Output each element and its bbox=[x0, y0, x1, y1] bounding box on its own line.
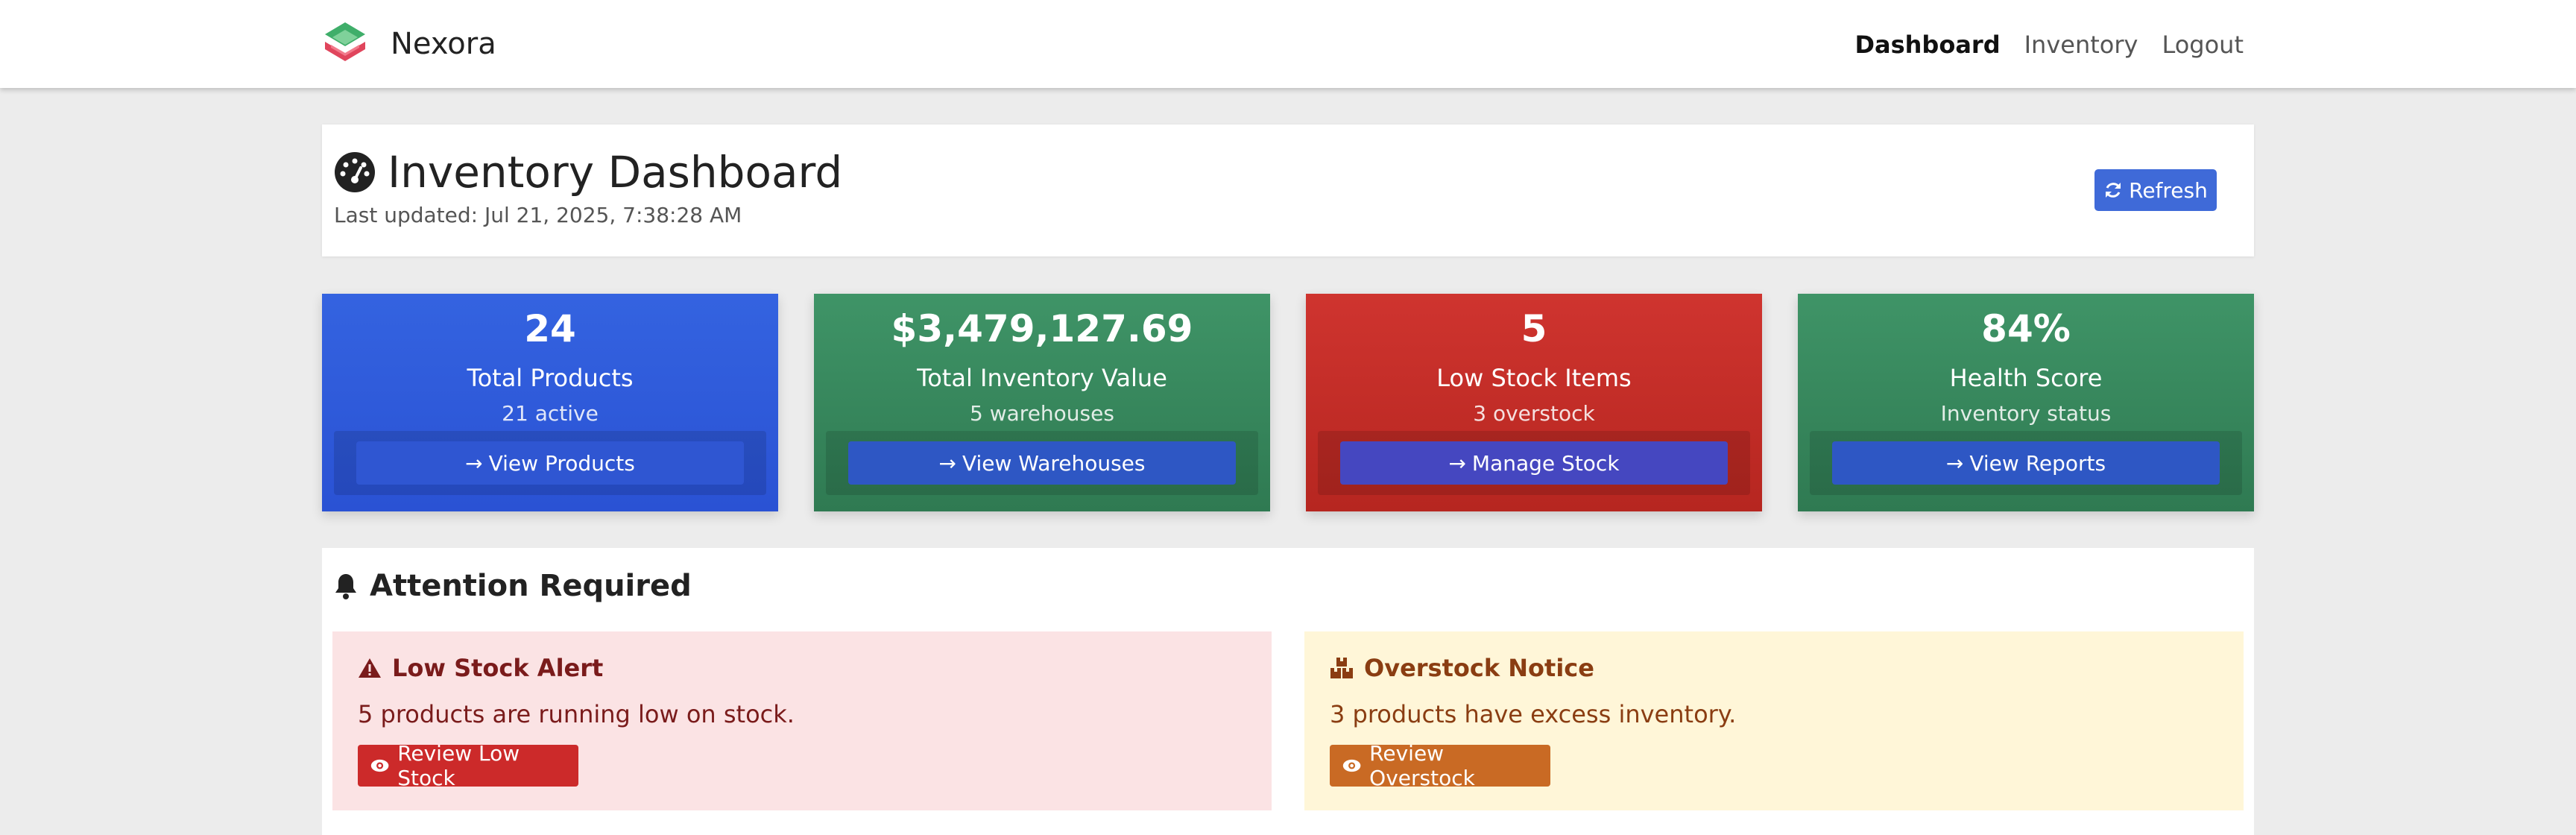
stat-card-inventory-value: $3,479,127.69 Total Inventory Value 5 wa… bbox=[814, 294, 1270, 511]
stat-card-footer: → View Reports bbox=[1810, 431, 2242, 495]
page-title-text: Inventory Dashboard bbox=[388, 147, 843, 198]
alert-title: Overstock Notice bbox=[1330, 654, 1594, 682]
brand[interactable]: Nexora bbox=[321, 19, 496, 69]
view-warehouses-button[interactable]: → View Warehouses bbox=[848, 441, 1236, 485]
eye-icon bbox=[370, 759, 389, 772]
refresh-button[interactable]: Refresh bbox=[2094, 169, 2217, 211]
nav-links: Dashboard Inventory Logout bbox=[1831, 25, 2244, 64]
stat-card-footer: → Manage Stock bbox=[1318, 431, 1750, 495]
alert-message: 3 products have excess inventory. bbox=[1330, 700, 1737, 728]
bell-icon bbox=[335, 574, 356, 599]
view-reports-button[interactable]: → View Reports bbox=[1832, 441, 2220, 485]
view-reports-label: View Reports bbox=[1969, 450, 2106, 476]
review-low-stock-button[interactable]: Review Low Stock bbox=[358, 741, 578, 790]
stat-value: 24 bbox=[524, 307, 576, 350]
page-title: Inventory Dashboard bbox=[334, 147, 842, 198]
nav-link-logout[interactable]: Logout bbox=[2162, 25, 2244, 64]
view-warehouses-label: View Warehouses bbox=[962, 450, 1146, 476]
attention-title-text: Attention Required bbox=[370, 569, 692, 603]
review-overstock-button[interactable]: Review Overstock bbox=[1330, 741, 1550, 790]
stat-card-low-stock: 5 Low Stock Items 3 overstock → Manage S… bbox=[1306, 294, 1762, 511]
low-stock-alert: Low Stock Alert 5 products are running l… bbox=[332, 631, 1272, 810]
warning-triangle-icon bbox=[359, 658, 381, 678]
stat-subtext: 3 overstock bbox=[1473, 401, 1595, 426]
last-updated-timestamp: Last updated: Jul 21, 2025, 7:38:28 AM bbox=[334, 203, 742, 227]
stat-label: Low Stock Items bbox=[1436, 364, 1632, 392]
stat-subtext: Inventory status bbox=[1940, 401, 2112, 426]
stat-subtext: 5 warehouses bbox=[970, 401, 1114, 426]
manage-stock-label: Manage Stock bbox=[1471, 450, 1620, 476]
overstock-alert: Overstock Notice 3 products have excess … bbox=[1304, 631, 2244, 810]
alert-title-text: Overstock Notice bbox=[1364, 654, 1594, 682]
eye-icon bbox=[1342, 759, 1361, 772]
view-products-label: View Products bbox=[488, 450, 635, 476]
refresh-button-label: Refresh bbox=[2129, 177, 2208, 203]
stat-card-footer: → View Warehouses bbox=[826, 431, 1258, 495]
refresh-icon bbox=[2106, 183, 2121, 198]
stat-value: $3,479,127.69 bbox=[891, 307, 1193, 350]
review-overstock-label: Review Overstock bbox=[1369, 741, 1475, 790]
stat-value: 84% bbox=[1981, 307, 2071, 350]
alert-title-text: Low Stock Alert bbox=[392, 654, 604, 682]
stat-label: Total Inventory Value bbox=[917, 364, 1167, 392]
review-low-stock-label: Review Low Stock bbox=[397, 741, 520, 790]
arrow-right-icon: → bbox=[1945, 450, 1964, 476]
top-navbar: Nexora Dashboard Inventory Logout bbox=[0, 0, 2576, 88]
nav-link-dashboard[interactable]: Dashboard bbox=[1854, 25, 2000, 64]
stat-label: Health Score bbox=[1949, 364, 2103, 392]
view-products-button[interactable]: → View Products bbox=[356, 441, 744, 485]
attention-section: Attention Required Low Stock Alert 5 pro… bbox=[322, 548, 2254, 835]
alert-message: 5 products are running low on stock. bbox=[358, 700, 795, 728]
attention-title: Attention Required bbox=[332, 569, 692, 603]
stat-card-footer: → View Products bbox=[334, 431, 766, 495]
alert-title: Low Stock Alert bbox=[358, 654, 603, 682]
stat-value: 5 bbox=[1521, 307, 1547, 350]
manage-stock-button[interactable]: → Manage Stock bbox=[1340, 441, 1728, 485]
tachometer-icon bbox=[335, 152, 375, 192]
brand-name: Nexora bbox=[391, 27, 496, 61]
arrow-right-icon: → bbox=[938, 450, 956, 476]
stat-label: Total Products bbox=[467, 364, 634, 392]
arrow-right-icon: → bbox=[1448, 450, 1466, 476]
stat-card-total-products: 24 Total Products 21 active → View Produ… bbox=[322, 294, 778, 511]
nav-link-inventory[interactable]: Inventory bbox=[2024, 25, 2138, 64]
stat-card-health-score: 84% Health Score Inventory status → View… bbox=[1798, 294, 2254, 511]
nexora-logo-icon bbox=[325, 22, 365, 61]
boxes-icon bbox=[1330, 658, 1353, 678]
dashboard-header: Inventory Dashboard Last updated: Jul 21… bbox=[322, 125, 2254, 256]
arrow-right-icon: → bbox=[465, 450, 483, 476]
stat-subtext: 21 active bbox=[502, 401, 599, 426]
